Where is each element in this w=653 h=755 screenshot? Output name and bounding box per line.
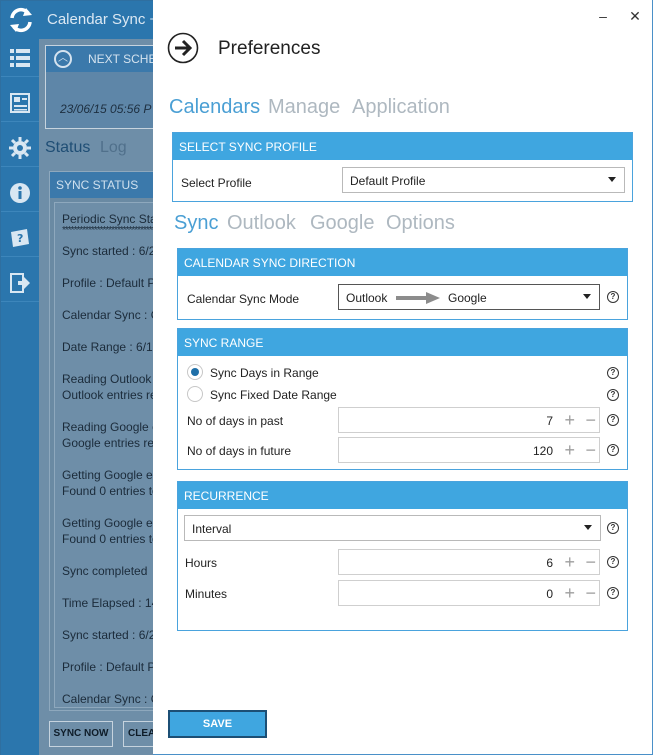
help-icon[interactable]: ? [607, 367, 619, 379]
sync-mode-label: Calendar Sync Mode [187, 292, 300, 306]
tab-options[interactable]: Options [386, 212, 455, 235]
sync-days-radio[interactable] [187, 364, 203, 380]
tab-google[interactable]: Google [310, 212, 375, 235]
increment-icon[interactable]: + [564, 552, 575, 572]
settings-icon[interactable] [1, 129, 39, 167]
log-entry: Found 0 entries to [62, 532, 159, 546]
decrement-icon[interactable]: − [585, 583, 596, 603]
log-separator: ************************************ [62, 225, 167, 236]
days-past-label: No of days in past [187, 414, 284, 428]
exit-icon[interactable] [1, 264, 39, 302]
back-arrow-icon[interactable] [167, 32, 199, 64]
help-icon[interactable]: ? [607, 444, 619, 456]
chevron-down-icon [584, 525, 592, 530]
sync-logo-icon [10, 7, 32, 33]
sync-mode-to: Google [448, 291, 487, 305]
sync-now-button[interactable]: SYNC NOW [49, 721, 113, 747]
group-header: CALENDAR SYNC DIRECTION [178, 249, 627, 276]
profile-value: Default Profile [350, 174, 426, 188]
days-past-value: 7 [546, 414, 553, 428]
document-icon[interactable] [1, 84, 39, 122]
select-profile-label: Select Profile [181, 176, 252, 190]
tab-application[interactable]: Application [352, 96, 450, 119]
tab-sync[interactable]: Sync [174, 212, 218, 235]
help-icon[interactable]: ? [607, 414, 619, 426]
increment-icon[interactable]: + [564, 440, 575, 460]
log-entry: Profile : Default Pr [62, 660, 160, 674]
decrement-icon[interactable]: − [585, 410, 596, 430]
log-entry: Getting Google en [62, 516, 160, 530]
tab-outlook[interactable]: Outlook [227, 212, 296, 235]
decrement-icon[interactable]: − [585, 440, 596, 460]
page-title: Preferences [218, 38, 321, 59]
minutes-label: Minutes [185, 587, 228, 601]
log-entry: Calendar Sync : O [62, 308, 161, 322]
sync-range-group: SYNC RANGE Sync Days in Range ? Sync Fix… [177, 328, 628, 470]
next-schedule-time: 23/06/15 05:56 P [60, 102, 152, 116]
hours-value: 6 [546, 556, 553, 570]
help-book-icon[interactable]: ? [1, 219, 39, 257]
tab-manage[interactable]: Manage [268, 96, 340, 119]
days-past-stepper[interactable]: 7 + − [338, 407, 600, 433]
days-future-value: 120 [532, 444, 553, 458]
log-entry: Reading Google c [62, 420, 159, 434]
preferences-panel: – ✕ Preferences Calendars Manage Applica… [153, 0, 653, 755]
increment-icon[interactable]: + [564, 583, 575, 603]
group-header: SELECT SYNC PROFILE [173, 133, 632, 160]
log-entry: Sync completed [62, 564, 148, 578]
arrow-right-icon [396, 292, 440, 304]
log-entry: Found 0 entries to [62, 484, 159, 498]
recurrence-group: RECURRENCE Interval ? Hours 6 + − ? Minu… [177, 481, 628, 631]
days-future-label: No of days in future [187, 444, 292, 458]
sync-fixed-label: Sync Fixed Date Range [210, 388, 337, 402]
log-entry: Reading Outlook [62, 372, 152, 386]
save-button[interactable]: SAVE [168, 710, 267, 738]
log-entry: Getting Google en [62, 468, 160, 482]
log-entry: Google entries rea [62, 436, 161, 450]
hours-label: Hours [185, 556, 218, 570]
sync-profile-group: SELECT SYNC PROFILE Select Profile Defau… [172, 132, 633, 202]
app-title: Calendar Sync + [47, 11, 159, 28]
close-button[interactable]: ✕ [627, 8, 643, 24]
svg-text:?: ? [17, 232, 23, 245]
minutes-stepper[interactable]: 0 + − [338, 580, 600, 606]
log-entry: Profile : Default Pr [62, 276, 160, 290]
log-entry: Sync started : 6/2 [62, 244, 156, 258]
days-future-stepper[interactable]: 120 + − [338, 437, 600, 463]
recurrence-type-dropdown[interactable]: Interval [184, 515, 601, 541]
info-icon[interactable] [1, 174, 39, 212]
help-icon[interactable]: ? [607, 291, 619, 303]
minutes-value: 0 [546, 587, 553, 601]
log-entry: Calendar Sync : O [62, 692, 161, 706]
help-icon[interactable]: ? [607, 556, 619, 568]
log-entry: Date Range : 6/15 [62, 340, 160, 354]
minimize-button[interactable]: – [595, 8, 611, 24]
sync-direction-group: CALENDAR SYNC DIRECTION Calendar Sync Mo… [177, 248, 628, 320]
help-icon[interactable]: ? [607, 587, 619, 599]
recurrence-type-value: Interval [192, 522, 232, 536]
sync-mode-dropdown[interactable]: Outlook Google [338, 284, 600, 310]
tab-log[interactable]: Log [100, 139, 127, 157]
help-icon[interactable]: ? [607, 522, 619, 534]
log-entry: Time Elapsed : 14 [62, 596, 159, 610]
group-header: SYNC RANGE [178, 329, 627, 356]
sync-mode-from: Outlook [346, 291, 388, 305]
profile-dropdown[interactable]: Default Profile [342, 167, 625, 193]
sync-fixed-radio[interactable] [187, 386, 203, 402]
sync-days-label: Sync Days in Range [210, 366, 319, 380]
log-entry: Outlook entries re [62, 388, 157, 402]
tab-status[interactable]: Status [45, 139, 90, 157]
increment-icon[interactable]: + [564, 410, 575, 430]
hours-stepper[interactable]: 6 + − [338, 549, 600, 575]
decrement-icon[interactable]: − [585, 552, 596, 572]
list-icon[interactable] [1, 39, 39, 77]
collapse-chevron-icon[interactable]: ︿ [54, 50, 72, 68]
chevron-down-icon [583, 294, 591, 299]
chevron-down-icon [608, 177, 616, 182]
group-header: RECURRENCE [178, 482, 627, 509]
navigation-rail: ? [1, 39, 39, 755]
help-icon[interactable]: ? [607, 389, 619, 401]
tab-calendars[interactable]: Calendars [169, 96, 260, 119]
log-entry: Sync started : 6/2 [62, 628, 156, 642]
